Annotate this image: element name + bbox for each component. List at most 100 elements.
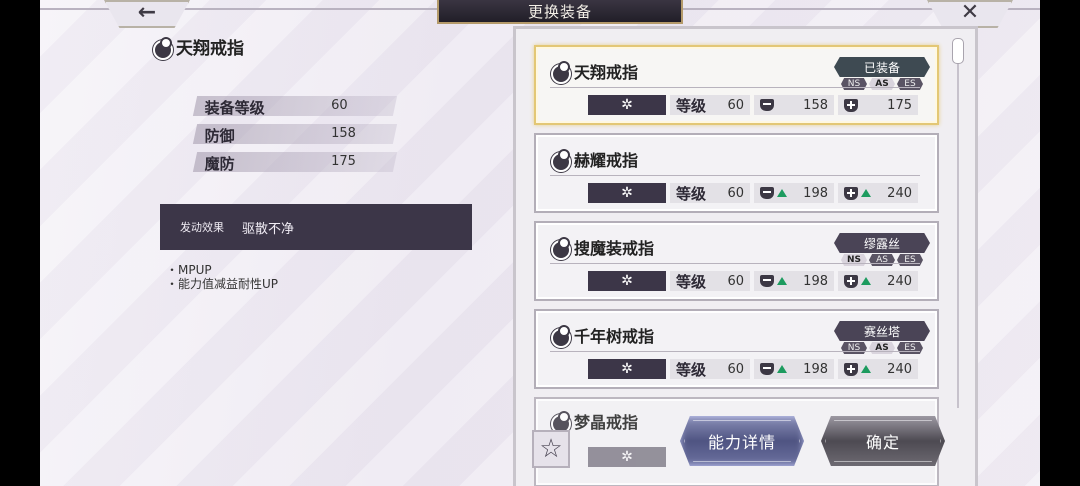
back-button[interactable]: ←	[104, 0, 190, 28]
close-button[interactable]: ✕	[927, 0, 1013, 28]
page-title: 更换装备	[527, 2, 592, 21]
defense-value: 198	[803, 185, 828, 201]
gear-icon: ✲	[588, 183, 666, 203]
effect-value: 驱散不净	[242, 221, 295, 237]
defense-cell: 198	[754, 183, 834, 203]
detail-item-name: 天翔戒指	[152, 34, 244, 60]
card-name: 梦晶戒指	[574, 413, 639, 432]
stat-label: 魔防	[204, 155, 235, 173]
magic-defense-value: 175	[887, 97, 912, 113]
ring-icon	[550, 149, 571, 172]
card-name: 搜魔装戒指	[574, 239, 655, 258]
equipped-badge: 已装备	[834, 57, 930, 77]
increase-arrow-icon	[777, 189, 787, 197]
confirm-button[interactable]: 确定	[821, 416, 945, 466]
tag-ns: NS	[841, 78, 867, 90]
stat-label: 防御	[204, 127, 235, 145]
card-name: 赫耀戒指	[574, 151, 639, 170]
ring-icon	[550, 237, 571, 260]
level-value: 60	[727, 97, 744, 113]
equipment-screen: ← 更换装备 ✕ 天翔戒指 装备等级 60 防御 158 魔防 175 发动效果…	[40, 0, 1040, 486]
owner-badge: 赛丝塔	[834, 321, 930, 341]
card-divider	[550, 351, 920, 352]
ring-icon	[550, 325, 571, 348]
tag-es: ES	[897, 254, 923, 266]
increase-arrow-icon	[861, 365, 871, 373]
magic-defense-cell: 240	[838, 183, 918, 203]
level-value: 60	[727, 185, 744, 201]
list-scrollbar[interactable]	[952, 38, 964, 408]
magic-defense-icon	[844, 274, 858, 288]
tag-es: ES	[897, 78, 923, 90]
level-cell: 等级 60	[670, 183, 750, 203]
defense-icon	[760, 275, 774, 287]
level-label: 等级	[676, 360, 707, 379]
card-divider	[550, 175, 920, 176]
detail-stat-defense: 防御 158	[192, 124, 398, 145]
back-arrow-icon: ←	[137, 0, 157, 25]
level-cell: 等级 60	[670, 359, 750, 379]
gear-icon: ✲	[588, 359, 666, 379]
magic-defense-icon	[844, 98, 858, 112]
card-title: 赫耀戒指	[550, 147, 639, 172]
card-title: 搜魔装戒指	[550, 235, 655, 260]
card-name: 天翔戒指	[574, 63, 639, 82]
ability-details-button[interactable]: 能力详情	[680, 416, 804, 466]
increase-arrow-icon	[861, 277, 871, 285]
defense-cell: 198	[754, 271, 834, 291]
stat-value: 158	[331, 126, 356, 141]
tag-as: AS	[869, 342, 895, 354]
equipment-card[interactable]: 搜魔装戒指 缪露丝 NS AS ES ✲ 等级 60 198 240	[534, 221, 939, 301]
effect-box: 发动效果 驱散不净	[160, 204, 472, 250]
star-icon: ☆	[539, 434, 563, 464]
scrollbar-track	[957, 38, 959, 408]
magic-defense-cell: 240	[838, 271, 918, 291]
ring-icon	[550, 61, 571, 84]
equipment-card[interactable]: 赫耀戒指 ✲ 等级 60 198 240	[534, 133, 939, 213]
equipment-card[interactable]: 天翔戒指 已装备 NS AS ES ✲ 等级 60 158 175	[534, 45, 939, 125]
level-value: 60	[727, 273, 744, 289]
tag-ns: NS	[841, 254, 867, 266]
level-cell: 等级 60	[670, 271, 750, 291]
defense-cell: 158	[754, 95, 834, 115]
skill-tags: NS AS ES	[834, 78, 930, 90]
stat-label: 装备等级	[204, 99, 265, 117]
level-label: 等级	[676, 272, 707, 291]
scrollbar-thumb[interactable]	[952, 38, 964, 64]
level-label: 等级	[676, 184, 707, 203]
magic-defense-icon	[844, 186, 858, 200]
magic-defense-value: 240	[887, 185, 912, 201]
gear-icon: ✲	[588, 271, 666, 291]
card-stats: ✲ 等级 60 198 240	[588, 183, 918, 205]
button-frame	[684, 420, 800, 462]
defense-icon	[760, 363, 774, 375]
page-title-bar: 更换装备	[437, 0, 683, 24]
magic-defense-value: 240	[887, 361, 912, 377]
equipment-card[interactable]: 千年树戒指 赛丝塔 NS AS ES ✲ 等级 60 198 240	[534, 309, 939, 389]
increase-arrow-icon	[777, 277, 787, 285]
defense-cell: 198	[754, 359, 834, 379]
defense-icon	[760, 99, 774, 111]
level-value: 60	[727, 361, 744, 377]
card-divider	[550, 263, 920, 264]
magic-defense-cell: 175	[838, 95, 918, 115]
stat-value: 60	[331, 98, 348, 113]
tag-as: AS	[869, 78, 895, 90]
skill-tags: NS AS ES	[834, 254, 930, 266]
card-title: 天翔戒指	[550, 59, 639, 84]
favorite-button[interactable]: ☆	[532, 430, 570, 468]
tag-as: AS	[869, 254, 895, 266]
stat-value: 175	[331, 154, 356, 169]
card-stats: ✲ 等级 60 198 240	[588, 271, 918, 293]
owner-badge: 缪露丝	[834, 233, 930, 253]
tag-es: ES	[897, 342, 923, 354]
effect-line: ・能力值减益耐性UP	[166, 277, 279, 291]
detail-stat-magic-defense: 魔防 175	[192, 152, 398, 173]
magic-defense-value: 240	[887, 273, 912, 289]
close-icon: ✕	[960, 0, 980, 25]
effect-label: 发动效果	[180, 221, 224, 234]
card-stats: ✲	[588, 447, 666, 469]
level-label: 等级	[676, 96, 707, 115]
increase-arrow-icon	[777, 365, 787, 373]
skill-tags: NS AS ES	[834, 342, 930, 354]
